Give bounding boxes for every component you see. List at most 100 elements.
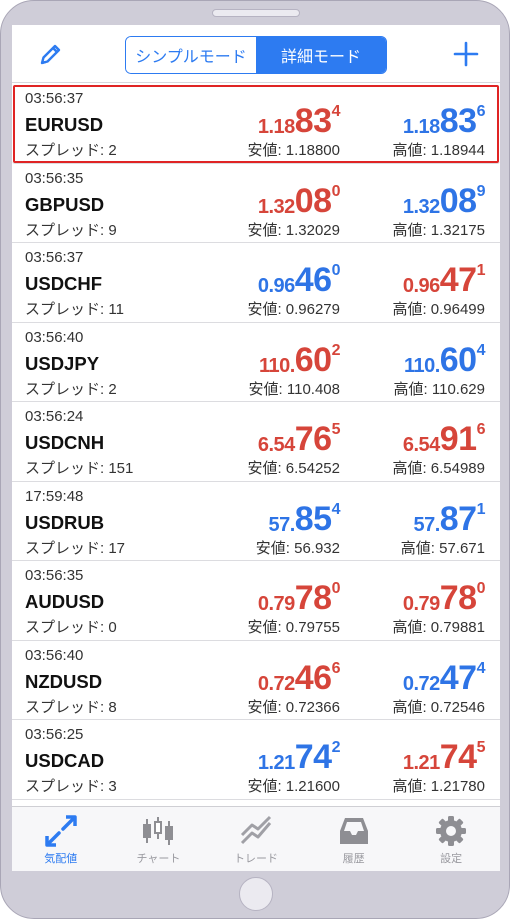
quote-row-nzdusd[interactable]: 03:56:40 NZDUSD スプレッド: 8 0.72 46 6 0.72 47 4 安値: … — [12, 641, 500, 720]
bid-price[interactable]: 1.21 74 2 — [257, 739, 341, 777]
bid-price[interactable]: 110. 60 2 — [258, 340, 341, 380]
speaker-slot — [212, 9, 300, 17]
bid-price-fraction: 2 — [331, 739, 341, 756]
ask-price-pips: 87 — [439, 499, 477, 538]
bid-price[interactable]: 57. 85 4 — [268, 501, 340, 539]
ask-price-fraction: 6 — [476, 103, 486, 120]
tab-settings[interactable]: 設定 — [402, 807, 500, 871]
quote-symbol: AUDUSD — [25, 591, 105, 612]
bid-price-prefix: 57. — [268, 513, 295, 536]
gear-icon — [436, 816, 467, 846]
ask-price[interactable]: 1.18 83 6 — [402, 102, 486, 141]
quote-spread: スプレッド: 2 — [25, 380, 117, 398]
quote-row-usdcad[interactable]: 03:56:25 USDCAD スプレッド: 3 1.21 74 2 1.21 74 5 安値: … — [12, 720, 500, 800]
ask-price-prefix: 1.18 — [402, 116, 440, 138]
ask-price-fraction: 4 — [476, 659, 486, 677]
quote-row-eurusd[interactable]: 03:56:37 EURUSD スプレッド: 2 1.18 83 4 1.18 83 6 安値: … — [12, 84, 500, 164]
bid-price-fraction: 6 — [331, 659, 341, 677]
tab-history[interactable]: 履歴 — [305, 807, 403, 871]
bid-price-fraction: 2 — [331, 341, 341, 359]
ask-price-fraction: 6 — [476, 421, 486, 438]
quote-spread: スプレッド: 11 — [25, 301, 124, 318]
quote-low: 安値: 0.72366 — [247, 698, 340, 716]
quote-row-usdrub[interactable]: 17:59:48 USDRUB スプレッド: 17 57. 85 4 57. 87 1 安値: 5… — [12, 482, 500, 561]
bid-price-pips: 76 — [294, 420, 332, 458]
detail-mode-tab[interactable]: 詳細モード — [256, 37, 386, 73]
trade-trend-icon — [240, 815, 272, 845]
quote-list: 03:56:37 EURUSD スプレッド: 2 1.18 83 4 1.18 83 6 安値: … — [12, 84, 500, 800]
bid-price-prefix: 110. — [258, 354, 295, 377]
quote-low: 安値: 1.21600 — [247, 778, 340, 795]
quote-low: 安値: 1.18800 — [247, 142, 340, 159]
bid-price[interactable]: 0.79 78 0 — [258, 580, 341, 618]
quote-time: 03:56:40 — [25, 328, 84, 346]
quote-high: 高値: 0.96499 — [392, 301, 485, 318]
bid-price-pips: 60 — [294, 340, 332, 379]
bid-price-prefix: 6.54 — [257, 434, 295, 456]
tab-history-label: 履歴 — [342, 853, 365, 865]
tab-trade-label: トレード — [233, 853, 278, 865]
tab-quotes-label: 気配値 — [44, 853, 78, 865]
quote-low: 安値: 6.54252 — [247, 460, 340, 477]
bid-price-fraction: 4 — [331, 500, 341, 518]
ask-price[interactable]: 6.54 91 6 — [403, 421, 486, 459]
home-button[interactable] — [239, 877, 273, 911]
quote-symbol: NZDUSD — [25, 670, 103, 692]
ask-price[interactable]: 0.72 47 4 — [402, 659, 486, 698]
ask-price-fraction: 1 — [476, 262, 486, 279]
quote-symbol: USDJPY — [25, 352, 100, 374]
ask-price-pips: 78 — [439, 579, 477, 617]
simple-mode-tab[interactable]: シンプルモード — [126, 37, 256, 73]
quote-row-audusd[interactable]: 03:56:35 AUDUSD スプレッド: 0 0.79 78 0 0.79 78 0 安値: … — [12, 561, 500, 641]
quote-symbol: USDCAD — [25, 750, 105, 771]
candlestick-icon — [143, 817, 174, 845]
quote-time: 03:56:37 — [25, 249, 84, 266]
ask-price[interactable]: 0.96 47 1 — [403, 262, 486, 300]
quote-symbol: USDCNH — [25, 432, 105, 453]
ask-price-prefix: 0.72 — [402, 672, 440, 695]
bid-price-fraction: 5 — [331, 421, 341, 438]
quote-row-gbpusd[interactable]: 03:56:35 GBPUSD スプレッド: 9 1.32 08 0 1.32 08 9 安値: … — [12, 164, 500, 243]
bid-price[interactable]: 1.32 08 0 — [257, 183, 341, 221]
ask-price-fraction: 5 — [476, 739, 486, 756]
quote-low: 安値: 0.79755 — [247, 619, 340, 636]
quote-row-usdchf[interactable]: 03:56:37 USDCHF スプレッド: 11 0.96 46 0 0.96 47 1 安値:… — [12, 243, 500, 323]
quote-high: 高値: 1.18944 — [392, 142, 485, 159]
quote-row-usdjpy[interactable]: 03:56:40 USDJPY スプレッド: 2 110. 60 2 110. 60 4 安値: … — [12, 323, 500, 402]
ask-price-fraction: 1 — [476, 500, 486, 518]
add-symbol-icon[interactable] — [452, 40, 480, 68]
bid-price[interactable]: 1.18 83 4 — [257, 102, 341, 141]
bid-price-pips: 83 — [294, 102, 332, 140]
quote-high: 高値: 57.671 — [400, 539, 485, 557]
bid-price-prefix: 1.18 — [257, 116, 295, 138]
quote-time: 17:59:48 — [25, 487, 84, 505]
quote-time: 03:56:35 — [25, 169, 84, 187]
quote-low: 安値: 110.408 — [248, 380, 340, 398]
ask-price-fraction: 4 — [476, 341, 486, 359]
quote-time: 03:56:40 — [25, 646, 84, 664]
bid-price[interactable]: 0.96 46 0 — [258, 262, 341, 300]
edit-pencil-icon[interactable] — [36, 41, 64, 69]
ask-price-prefix: 1.32 — [402, 195, 440, 218]
tab-settings-label: 設定 — [440, 853, 463, 865]
quotes-header: シンプルモード 詳細モード — [12, 25, 500, 83]
ask-price[interactable]: 110. 60 4 — [404, 341, 486, 380]
ask-price[interactable]: 1.21 74 5 — [403, 739, 486, 777]
ask-price[interactable]: 57. 87 1 — [413, 501, 485, 539]
ask-price-pips: 08 — [439, 181, 477, 220]
bid-price[interactable]: 6.54 76 5 — [257, 420, 341, 459]
bid-price-prefix: 1.32 — [257, 195, 295, 218]
quote-row-usdcnh[interactable]: 03:56:24 USDCNH スプレッド: 151 6.54 76 5 6.54 91 6 安値… — [12, 402, 500, 482]
ask-price[interactable]: 0.79 78 0 — [403, 579, 486, 618]
tab-chart[interactable]: チャート — [110, 807, 208, 871]
ask-price-pips: 83 — [439, 102, 477, 140]
bid-price-prefix: 1.21 — [257, 752, 295, 774]
quote-symbol: USDRUB — [25, 511, 105, 533]
quote-high: 高値: 1.21780 — [392, 778, 485, 795]
bid-price[interactable]: 0.72 46 6 — [258, 658, 341, 698]
ask-price[interactable]: 1.32 08 9 — [402, 181, 486, 221]
tab-quotes[interactable]: 気配値 — [12, 807, 110, 871]
quote-spread: スプレッド: 9 — [25, 221, 117, 239]
tab-trade[interactable]: トレード — [207, 807, 305, 871]
bid-price-pips: 46 — [294, 658, 332, 697]
